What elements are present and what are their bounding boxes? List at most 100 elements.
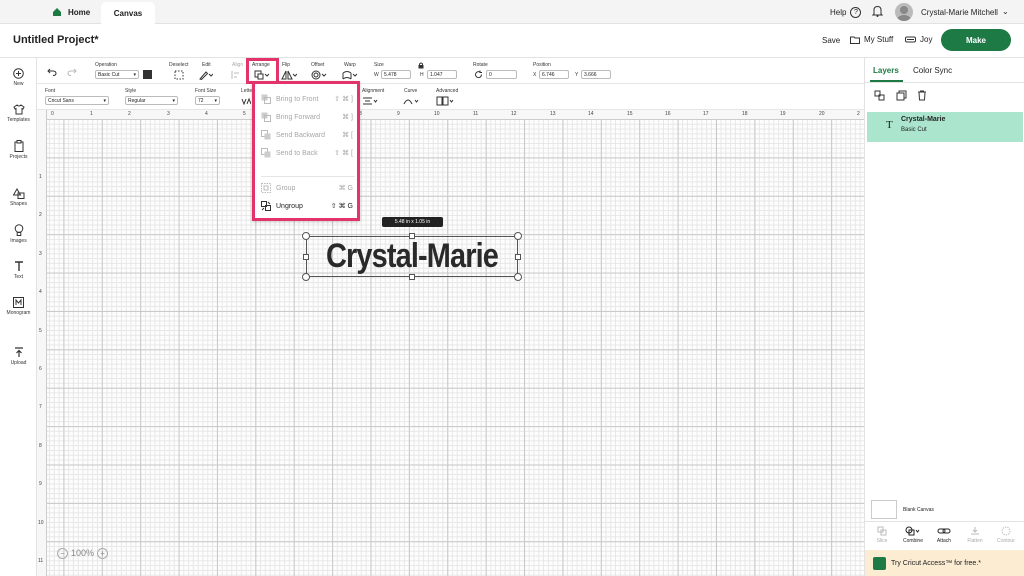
font-size-input[interactable]: 72 ▾ bbox=[195, 96, 220, 105]
lock-handle[interactable] bbox=[302, 273, 310, 281]
trash-icon[interactable] bbox=[917, 90, 927, 101]
x-input[interactable]: 6.746 bbox=[539, 70, 569, 79]
y-input[interactable]: 3.666 bbox=[581, 70, 611, 79]
resize-handle-right[interactable] bbox=[515, 254, 521, 260]
sidebar-item-templates[interactable]: Templates bbox=[0, 104, 37, 123]
menu-item-send-backward[interactable]: Send Backward ⌘ [ bbox=[261, 128, 355, 142]
menu-item-bring-to-front[interactable]: Bring to Front ⇧ ⌘ ] bbox=[261, 92, 355, 106]
warp-icon[interactable] bbox=[342, 70, 358, 80]
bring-to-front-icon bbox=[261, 94, 271, 104]
resize-handle-top[interactable] bbox=[409, 233, 415, 239]
sidebar-item-upload[interactable]: Upload bbox=[0, 347, 37, 366]
curve-icon[interactable] bbox=[403, 96, 419, 106]
ruler-top-tick: 2 bbox=[128, 111, 131, 117]
canvas-grid[interactable] bbox=[47, 120, 864, 576]
project-title[interactable]: Untitled Project* bbox=[13, 34, 99, 46]
contour-button[interactable]: Contour bbox=[991, 526, 1021, 544]
align-icon[interactable] bbox=[231, 70, 241, 80]
duplicate-icon[interactable] bbox=[896, 90, 907, 101]
sidebar-item-shapes[interactable]: Shapes bbox=[0, 188, 37, 207]
flatten-button[interactable]: Flatten bbox=[960, 526, 990, 544]
blank-canvas-swatch[interactable] bbox=[871, 500, 897, 519]
ruler-left-tick: 2 bbox=[39, 212, 42, 218]
w-label: W bbox=[374, 72, 379, 78]
ruler-left-tick: 7 bbox=[39, 404, 42, 410]
scale-handle[interactable] bbox=[514, 273, 522, 281]
color-swatch[interactable] bbox=[143, 70, 152, 79]
user-name[interactable]: Crystal-Marie Mitchell bbox=[921, 0, 998, 24]
resize-handle-bottom[interactable] bbox=[409, 274, 415, 280]
delete-handle[interactable] bbox=[302, 232, 310, 240]
make-button[interactable]: Make bbox=[941, 29, 1011, 51]
tab-layers[interactable]: Layers bbox=[873, 66, 899, 75]
arrange-menu: Bring to Front ⇧ ⌘ ] Bring Forward ⌘ ] S… bbox=[252, 81, 360, 221]
height-input[interactable]: 1.047 bbox=[427, 70, 457, 79]
design-canvas[interactable]: 0 1 2 3 4 5 6 7 8 9 10 11 12 13 14 15 16… bbox=[37, 110, 864, 576]
letter-space-icon[interactable] bbox=[241, 97, 251, 105]
machine-icon bbox=[905, 36, 916, 43]
help-button[interactable]: Help ? bbox=[830, 0, 862, 24]
offset-icon[interactable] bbox=[311, 70, 327, 80]
width-input[interactable]: 5.478 bbox=[381, 70, 411, 79]
text-icon bbox=[14, 261, 23, 271]
home-tab[interactable]: Home bbox=[52, 0, 90, 24]
menu-item-shortcut: ⇧ ⌘ G bbox=[330, 203, 353, 210]
undo-icon[interactable] bbox=[47, 68, 57, 76]
plus-circle-icon bbox=[13, 68, 24, 79]
machine-button[interactable]: Joy bbox=[905, 35, 932, 44]
deselect-icon[interactable] bbox=[174, 70, 184, 80]
rotate-handle[interactable] bbox=[514, 232, 522, 240]
canvas-tab[interactable]: Canvas bbox=[101, 2, 155, 24]
lock-icon[interactable] bbox=[418, 62, 424, 69]
zoom-in-button[interactable]: + bbox=[97, 547, 109, 559]
text-object-content[interactable]: Crystal-Marie bbox=[323, 237, 502, 276]
text-object[interactable]: Crystal-Marie bbox=[306, 236, 518, 277]
bell-icon[interactable] bbox=[872, 5, 883, 17]
save-button[interactable]: Save bbox=[822, 36, 840, 45]
slice-button[interactable]: Slice bbox=[867, 526, 897, 544]
avatar[interactable] bbox=[895, 3, 913, 21]
sidebar-item-projects[interactable]: Projects bbox=[0, 140, 37, 160]
advanced-icon[interactable] bbox=[436, 96, 454, 106]
menu-item-send-to-back[interactable]: Send to Back ⇧ ⌘ [ bbox=[261, 146, 355, 160]
ruler-top-tick: 5 bbox=[243, 111, 246, 117]
sidebar-item-images[interactable]: Images bbox=[0, 224, 37, 244]
rotate-input[interactable]: 0 bbox=[486, 70, 517, 79]
flip-icon[interactable] bbox=[281, 70, 297, 80]
resize-handle-left[interactable] bbox=[303, 254, 309, 260]
alignment-label: Alignment bbox=[362, 88, 385, 94]
menu-item-label: Ungroup bbox=[276, 202, 303, 210]
help-icon: ? bbox=[850, 6, 862, 18]
attach-button[interactable]: Attach bbox=[929, 526, 959, 544]
sidebar-item-label: Upload bbox=[10, 360, 27, 366]
ruler-left-tick: 5 bbox=[39, 328, 42, 334]
tab-color-sync[interactable]: Color Sync bbox=[913, 66, 952, 75]
sidebar-item-new[interactable]: New bbox=[0, 68, 37, 87]
ruler-top-tick: 12 bbox=[511, 111, 517, 117]
sidebar-item-text[interactable]: Text bbox=[0, 261, 37, 280]
chevron-down-icon[interactable]: ⌄ bbox=[1002, 7, 1009, 16]
font-select[interactable]: Cricut Sans ▾ bbox=[45, 96, 109, 105]
combine-button[interactable]: Combine bbox=[898, 526, 928, 544]
bring-forward-icon bbox=[261, 112, 271, 122]
redo-icon[interactable] bbox=[67, 68, 77, 76]
x-label: X bbox=[533, 72, 537, 78]
sidebar-item-monogram[interactable]: Monogram bbox=[0, 297, 37, 316]
edit-icon[interactable] bbox=[199, 70, 213, 80]
style-select[interactable]: Regular ▾ bbox=[125, 96, 178, 105]
ruler-top-tick: 15 bbox=[627, 111, 633, 117]
zoom-out-button[interactable]: − bbox=[57, 547, 68, 559]
menu-item-group[interactable]: Group ⌘ G bbox=[261, 181, 355, 195]
menu-item-ungroup[interactable]: Ungroup ⇧ ⌘ G bbox=[261, 199, 355, 213]
access-promo-banner[interactable]: Try Cricut Access™ for free.* bbox=[865, 550, 1024, 576]
operation-select[interactable]: Basic Cut ▾ bbox=[95, 70, 139, 79]
group-icon[interactable] bbox=[874, 90, 885, 101]
menu-item-bring-forward[interactable]: Bring Forward ⌘ ] bbox=[261, 110, 355, 124]
align-label: Align bbox=[232, 62, 244, 68]
sidebar-item-label: New bbox=[13, 81, 24, 87]
monogram-icon bbox=[13, 297, 24, 308]
menu-item-shortcut: ⌘ [ bbox=[342, 132, 353, 139]
ruler-top-tick: 4 bbox=[205, 111, 208, 117]
align-center-icon[interactable] bbox=[362, 97, 378, 105]
my-stuff-button[interactable]: My Stuff bbox=[850, 35, 893, 44]
